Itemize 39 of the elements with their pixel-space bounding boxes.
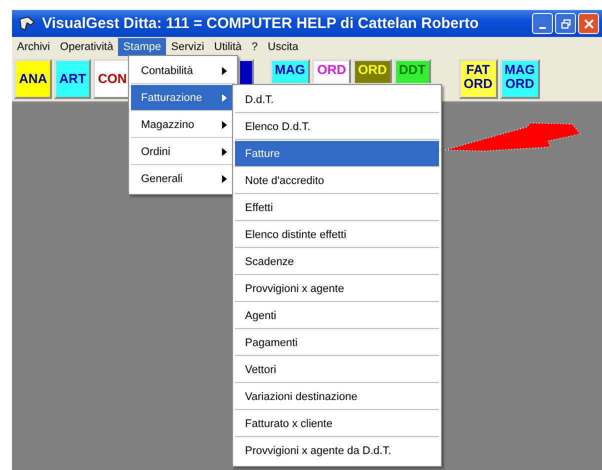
- menu-option[interactable]: Fatture: [235, 141, 439, 167]
- menu-item[interactable]: Uscita: [262, 38, 304, 56]
- menu-option[interactable]: Elenco D.d.T.: [235, 114, 439, 140]
- toolbar-button[interactable]: FAT ORD: [458, 59, 498, 99]
- toolbar-button[interactable]: ART: [54, 59, 91, 99]
- menu-option[interactable]: Agenti: [235, 303, 439, 329]
- menu-option[interactable]: D.d.T.: [235, 87, 439, 113]
- menu-option[interactable]: Pagamenti: [235, 330, 439, 356]
- menu-option[interactable]: Generali: [131, 166, 235, 191]
- menu-option[interactable]: Scadenze: [235, 249, 439, 275]
- minimize-button[interactable]: [532, 13, 553, 34]
- menu-option[interactable]: Elenco distinte effetti: [235, 222, 439, 248]
- restore-icon: [560, 18, 570, 28]
- toolbar-button[interactable]: ORD: [353, 59, 392, 83]
- menu-option[interactable]: Variazioni destinazione: [235, 384, 439, 410]
- menu-option[interactable]: Effetti: [235, 195, 439, 221]
- menu-option[interactable]: Contabilità: [131, 58, 235, 84]
- menu-option[interactable]: Provvigioni x agente: [235, 276, 439, 302]
- menu-option[interactable]: Provvigioni x agente da D.d.T.: [235, 438, 439, 463]
- app-icon: [18, 16, 36, 32]
- menu-item[interactable]: Archivi: [12, 38, 56, 56]
- menu-item[interactable]: Operatività: [55, 38, 118, 56]
- menu-item[interactable]: Stampe: [118, 38, 166, 56]
- toolbar-button[interactable]: ANA: [14, 59, 52, 99]
- restore-button[interactable]: [555, 13, 576, 34]
- menu-option[interactable]: Vettori: [235, 357, 439, 383]
- menu-item[interactable]: Utilità: [209, 38, 247, 56]
- close-button[interactable]: [578, 13, 599, 34]
- menu-item[interactable]: Servizi: [166, 38, 210, 56]
- window-title: VisualGest Ditta: 111 = COMPUTER HELP di Cattelan Roberto: [42, 15, 480, 32]
- minimize-icon: [539, 26, 546, 28]
- menu-option[interactable]: Note d'accredito: [235, 168, 439, 194]
- toolbar-button[interactable]: ORD: [312, 59, 352, 83]
- toolbar-button[interactable]: MAG ORD: [500, 59, 540, 99]
- menu-item[interactable]: ?: [246, 38, 263, 56]
- menu-option[interactable]: Fatturato x cliente: [235, 411, 439, 437]
- menu-option[interactable]: Fatturazione: [131, 85, 235, 111]
- close-icon: [584, 18, 594, 28]
- toolbar-button[interactable]: MAG: [270, 59, 310, 83]
